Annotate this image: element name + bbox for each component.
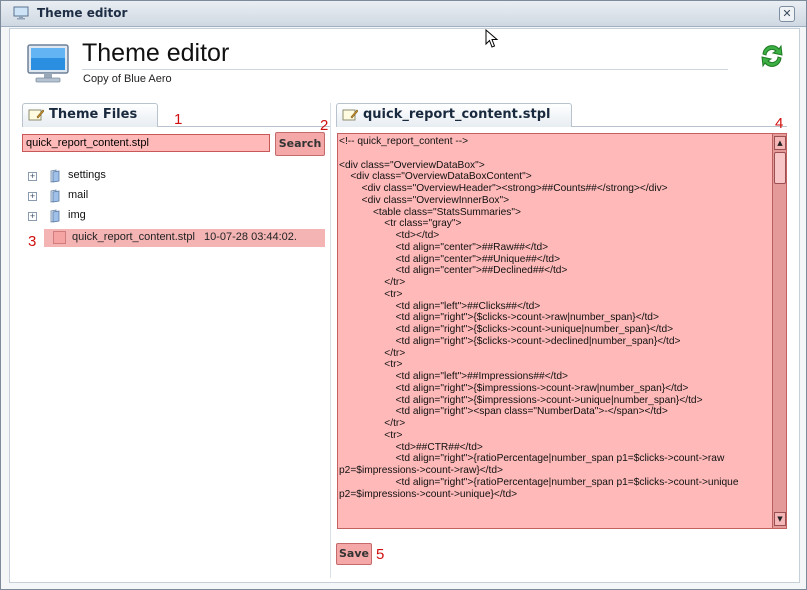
folder-icon [50, 169, 60, 183]
monitor-icon [27, 44, 69, 83]
tab-theme-files[interactable]: Theme Files [22, 103, 159, 127]
expand-icon[interactable]: + [28, 212, 37, 221]
folder-icon [50, 209, 60, 223]
marker-2: 2 [320, 117, 329, 134]
file-icon [53, 231, 66, 244]
marker-5: 5 [376, 546, 385, 563]
search-button[interactable]: Search [275, 132, 325, 156]
editor-tabbar: quick_report_content.stpl [336, 103, 787, 127]
scroll-down-icon[interactable]: ▼ [774, 512, 786, 526]
marker-3: 3 [28, 233, 37, 250]
tab-open-file[interactable]: quick_report_content.stpl [336, 103, 572, 127]
file-date: 10-07-28 03:44:02. [204, 231, 297, 243]
scroll-up-icon[interactable]: ▲ [774, 136, 786, 150]
folder-icon [50, 189, 60, 203]
panel-divider [330, 103, 331, 578]
tree-node-label: img [68, 209, 86, 221]
tab-label: Theme Files [49, 107, 138, 122]
close-icon: ✕ [782, 7, 792, 20]
tab-label: quick_report_content.stpl [363, 107, 551, 122]
monitor-icon [13, 6, 29, 20]
tree-node-label: mail [68, 189, 89, 201]
file-name: quick_report_content.stpl [72, 231, 195, 243]
code-editor[interactable]: <!-- quick_report_content --> <div class… [337, 133, 787, 529]
marker-1: 1 [174, 111, 183, 128]
title-bar: Theme editor ✕ [1, 1, 806, 27]
page-title: Theme editor [82, 39, 230, 67]
header-divider [82, 69, 728, 70]
close-button[interactable]: ✕ [779, 6, 795, 22]
save-button[interactable]: Save [336, 543, 372, 565]
file-editor-panel: quick_report_content.stpl 4 <!-- quick_r… [336, 103, 787, 578]
window-title: Theme editor [37, 6, 128, 20]
theme-files-panel: Theme Files 1 quick_report_content.stpl … [22, 103, 330, 578]
code-scrollbar[interactable]: ▲ ▼ [772, 134, 786, 528]
search-input[interactable]: quick_report_content.stpl [22, 134, 270, 152]
selected-file-row[interactable]: quick_report_content.stpl 10-07-28 03:44… [44, 229, 325, 247]
code-content[interactable]: <!-- quick_report_content --> <div class… [339, 136, 769, 500]
edit-note-icon [342, 109, 358, 121]
marker-4: 4 [775, 115, 784, 132]
tree-node-label: settings [68, 169, 106, 181]
mouse-cursor-icon [485, 29, 499, 48]
theme-subtitle: Copy of Blue Aero [83, 73, 172, 85]
edit-note-icon [28, 109, 44, 121]
dialog-body: Theme editor Copy of Blue Aero Theme Fil… [9, 28, 800, 583]
expand-icon[interactable]: + [28, 172, 37, 181]
scroll-thumb[interactable] [774, 152, 786, 184]
refresh-icon[interactable] [758, 41, 786, 71]
theme-editor-window: Theme editor ✕ Theme editor Copy of Blue… [0, 0, 807, 590]
expand-icon[interactable]: + [28, 192, 37, 201]
